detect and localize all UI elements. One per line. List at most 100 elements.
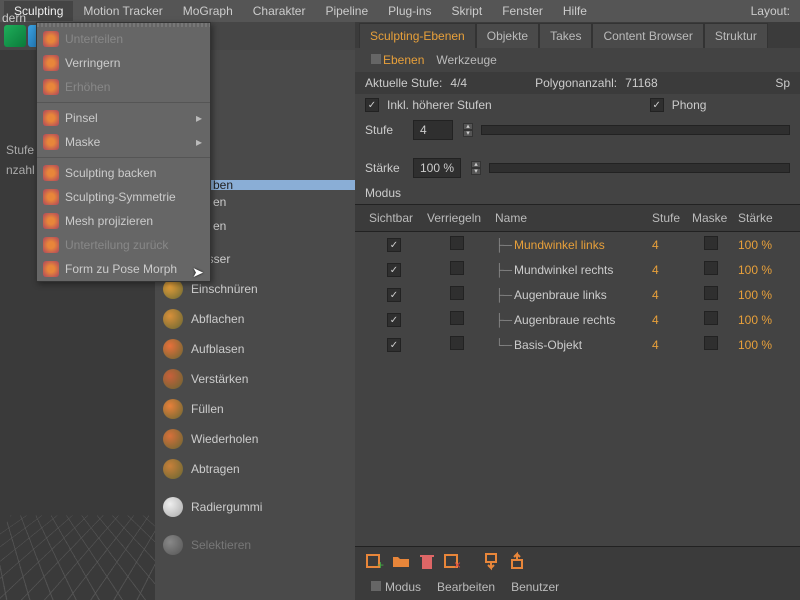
menu-skript[interactable]: Skript	[442, 1, 493, 21]
lock-checkbox[interactable]	[450, 286, 464, 300]
menu-fenster[interactable]: Fenster	[492, 1, 553, 21]
stufe-value[interactable]: 4	[413, 120, 453, 140]
primitive-cube-icon[interactable]	[4, 25, 26, 47]
bake-icon	[43, 165, 59, 181]
layer-staerke: 100 %	[734, 286, 790, 304]
th-sichtbar[interactable]: Sichtbar	[365, 209, 423, 227]
sub-tabs: Ebenen Werkzeuge	[355, 48, 800, 72]
menu-item[interactable]: Sculpting-Symmetrie	[37, 185, 210, 209]
th-maske[interactable]: Maske	[688, 209, 734, 227]
menu-plugins[interactable]: Plug-ins	[378, 1, 441, 21]
menu-item-label: Mesh projizieren	[65, 214, 153, 228]
staerke-value[interactable]: 100 %	[413, 158, 461, 178]
svg-text:+: +	[377, 558, 384, 571]
svg-text:×: ×	[454, 558, 461, 571]
visible-checkbox[interactable]: ✓	[387, 288, 401, 302]
menu-mograph[interactable]: MoGraph	[173, 1, 243, 21]
tool-label: Radiergummi	[191, 500, 262, 514]
add-layer-icon[interactable]: +	[365, 551, 385, 571]
lock-checkbox[interactable]	[450, 336, 464, 350]
tool-select[interactable]: Selektieren	[155, 530, 355, 560]
right-panel: Sculpting-Ebenen Objekte Takes Content B…	[355, 22, 800, 600]
menu-item[interactable]: Form zu Pose Morph	[37, 257, 210, 281]
table-row[interactable]: ✓├─Augenbraue links4100 %	[355, 282, 800, 307]
tool-item[interactable]: Abtragen	[155, 454, 355, 484]
mask-checkbox[interactable]	[704, 286, 718, 300]
tool-item[interactable]: Aufblasen	[155, 334, 355, 364]
menu-item-label: Sculpting-Symmetrie	[65, 190, 176, 204]
table-row[interactable]: ✓├─Augenbraue rechts4100 %	[355, 307, 800, 332]
mask-checkbox[interactable]	[704, 336, 718, 350]
mask-checkbox[interactable]	[704, 236, 718, 250]
mask-checkbox[interactable]	[704, 261, 718, 275]
menu-item-label: Erhöhen	[65, 80, 110, 94]
polycount-value: 71168	[625, 76, 657, 90]
menu-motion-tracker[interactable]: Motion Tracker	[73, 1, 172, 21]
folder-icon[interactable]	[391, 551, 411, 571]
tool-item[interactable]: Füllen	[155, 394, 355, 424]
lock-checkbox[interactable]	[450, 236, 464, 250]
layer-stufe: 4	[648, 236, 688, 254]
brush-tool-icon	[163, 459, 183, 479]
menu-item[interactable]: Sculpting backen	[37, 161, 210, 185]
btab-bearbeiten[interactable]: Bearbeiten	[437, 580, 495, 594]
tool-item[interactable]: Verstärken	[155, 364, 355, 394]
menubar: Sculpting Motion Tracker MoGraph Charakt…	[0, 0, 800, 22]
layer-staerke: 100 %	[734, 311, 790, 329]
layout-label[interactable]: Layout:	[751, 4, 796, 18]
menu-item[interactable]: Maske	[37, 130, 210, 154]
th-stufe[interactable]: Stufe	[648, 209, 688, 227]
phong-checkbox[interactable]: ✓	[650, 98, 664, 112]
tool-label: Selektieren	[191, 538, 251, 552]
merge-down-icon[interactable]	[483, 551, 503, 571]
visible-checkbox[interactable]: ✓	[387, 263, 401, 277]
staerke-slider[interactable]	[489, 163, 790, 173]
lock-checkbox[interactable]	[450, 261, 464, 275]
table-row[interactable]: ✓└─Basis-Objekt4100 %	[355, 332, 800, 357]
symmetry-icon	[43, 189, 59, 205]
table-row[interactable]: ✓├─Mundwinkel rechts4100 %	[355, 257, 800, 282]
decrease-icon	[43, 55, 59, 71]
menu-item[interactable]: Pinsel	[37, 106, 210, 130]
tab-objekte[interactable]: Objekte	[476, 23, 539, 48]
delete-icon[interactable]	[417, 551, 437, 571]
tool-item[interactable]: Wiederholen	[155, 424, 355, 454]
menu-charakter[interactable]: Charakter	[243, 1, 316, 21]
visible-checkbox[interactable]: ✓	[387, 313, 401, 327]
menu-item[interactable]: Mesh projizieren	[37, 209, 210, 233]
th-verriegeln[interactable]: Verriegeln	[423, 209, 491, 227]
tab-takes[interactable]: Takes	[539, 23, 592, 48]
subtab-ebenen[interactable]: Ebenen	[383, 53, 424, 67]
stufe-stepper[interactable]: ▴▾	[463, 123, 473, 137]
th-staerke[interactable]: Stärke	[734, 209, 790, 227]
mask-checkbox[interactable]	[704, 311, 718, 325]
clear-layer-icon[interactable]: ×	[443, 551, 463, 571]
menu-pipeline[interactable]: Pipeline	[315, 1, 378, 21]
tab-struktur[interactable]: Struktur	[704, 23, 768, 48]
tab-sculpting-ebenen[interactable]: Sculpting-Ebenen	[359, 23, 476, 48]
menu-item-label: Unterteilung zurück	[65, 238, 168, 252]
tool-item[interactable]: Abflachen	[155, 304, 355, 334]
layer-stufe: 4	[648, 336, 688, 354]
th-name[interactable]: Name	[491, 209, 648, 227]
stufe-slider[interactable]	[481, 125, 790, 135]
btab-modus[interactable]: Modus	[385, 580, 421, 594]
brush-tool-icon	[163, 309, 183, 329]
tab-content-browser[interactable]: Content Browser	[592, 23, 703, 48]
layer-staerke: 100 %	[734, 261, 790, 279]
polycount-label: Polygonanzahl:	[535, 76, 617, 90]
visible-checkbox[interactable]: ✓	[387, 238, 401, 252]
staerke-stepper[interactable]: ▴▾	[471, 161, 481, 175]
btab-benutzer[interactable]: Benutzer	[511, 580, 559, 594]
subtab-werkzeuge[interactable]: Werkzeuge	[436, 53, 496, 67]
lock-checkbox[interactable]	[450, 311, 464, 325]
visible-checkbox[interactable]: ✓	[387, 338, 401, 352]
table-row[interactable]: ✓├─Mundwinkel links4100 %	[355, 232, 800, 257]
menu-hilfe[interactable]: Hilfe	[553, 1, 597, 21]
incl-higher-checkbox[interactable]: ✓	[365, 98, 379, 112]
merge-up-icon[interactable]	[509, 551, 529, 571]
menu-item[interactable]: Verringern	[37, 51, 210, 75]
tool-eraser[interactable]: Radiergummi	[155, 492, 355, 522]
subdivide-icon	[43, 31, 59, 47]
tool-label: Abtragen	[191, 462, 240, 476]
